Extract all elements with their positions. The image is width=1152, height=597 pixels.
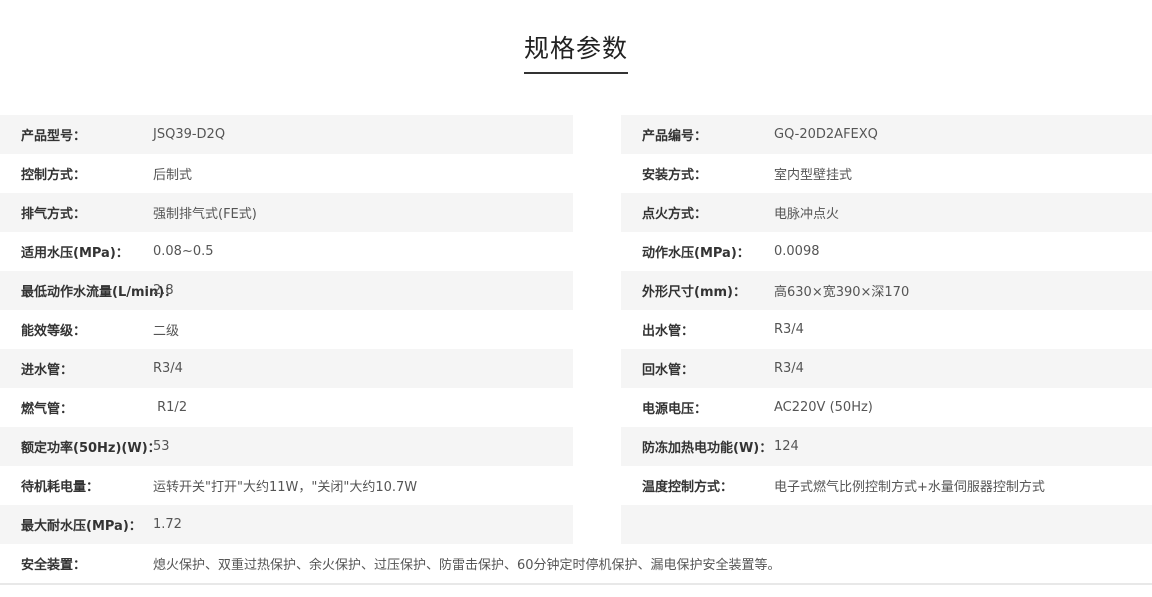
spec-label: 燃气管： (21, 402, 74, 417)
spec-value: 二级 (153, 324, 180, 339)
spec-value: 2.8 (153, 283, 174, 298)
spec-label: 控制方式： (21, 168, 87, 183)
spec-table: 产品型号： JSQ39-D2Q 产品编号： GQ-20D2AFEXQ 控制方式：… (0, 115, 1152, 585)
spec-label: 出水管： (642, 324, 695, 339)
spec-value: 高630×宽390×深170 (774, 285, 910, 300)
title-wrap: 规格参数 (0, 32, 1152, 74)
spec-cell-right: 防冻加热电功能(W)： 124 (621, 427, 1152, 466)
page-title: 规格参数 (523, 32, 628, 74)
spec-value: 熄火保护、双重过热保护、余火保护、过压保护、防雷击保护、60分钟定时停机保护、漏… (153, 558, 781, 573)
spec-row-full: 安全装置： 熄火保护、双重过热保护、余火保护、过压保护、防雷击保护、60分钟定时… (0, 544, 1152, 585)
spec-value: 室内型壁挂式 (774, 168, 853, 183)
spec-value: R1/2 (153, 400, 188, 415)
spec-cell-left: 最大耐水压(MPa)： 1.72 (0, 505, 573, 544)
spec-value: 124 (774, 439, 799, 454)
spec-row: 排气方式： 强制排气式(FE式) 点火方式： 电脉冲点火 (0, 193, 1152, 232)
spec-label: 产品编号： (642, 129, 708, 144)
spec-value: R3/4 (774, 322, 804, 337)
spec-cell-right: 出水管： R3/4 (621, 310, 1152, 349)
spec-row: 待机耗电量： 运转开关"打开"大约11W，"关闭"大约10.7W 温度控制方式：… (0, 466, 1152, 505)
spec-value: GQ-20D2AFEXQ (774, 127, 878, 142)
spec-cell-right: 动作水压(MPa)： 0.0098 (621, 232, 1152, 271)
spec-label: 安装方式： (642, 168, 708, 183)
spec-cell-left: 额定功率(50Hz)(W)： 53 (0, 427, 573, 466)
spec-cell-left: 待机耗电量： 运转开关"打开"大约11W，"关闭"大约10.7W (0, 466, 573, 505)
spec-row: 产品型号： JSQ39-D2Q 产品编号： GQ-20D2AFEXQ (0, 115, 1152, 154)
spec-value: JSQ39-D2Q (153, 127, 226, 142)
spec-cell-right: 电源电压： AC220V (50Hz) (621, 388, 1152, 427)
spec-label: 排气方式： (21, 207, 87, 222)
spec-value: 0.08~0.5 (153, 244, 214, 259)
spec-value: 0.0098 (774, 244, 820, 259)
spec-value: R3/4 (774, 361, 804, 376)
spec-label: 待机耗电量： (21, 480, 100, 495)
spec-row: 能效等级： 二级 出水管： R3/4 (0, 310, 1152, 349)
spec-label: 回水管： (642, 363, 695, 378)
spec-label: 防冻加热电功能(W)： (642, 441, 773, 456)
spec-row: 燃气管： R1/2 电源电压： AC220V (50Hz) (0, 388, 1152, 427)
spec-row: 最大耐水压(MPa)： 1.72 (0, 505, 1152, 544)
spec-label: 产品型号： (21, 129, 87, 144)
spec-value: 电子式燃气比例控制方式+水量伺服器控制方式 (774, 480, 1045, 495)
spec-value: 53 (153, 439, 170, 454)
spec-label: 安全装置： (21, 558, 87, 573)
spec-row: 额定功率(50Hz)(W)： 53 防冻加热电功能(W)： 124 (0, 427, 1152, 466)
spec-cell-left: 排气方式： 强制排气式(FE式) (0, 193, 573, 232)
spec-label: 温度控制方式： (642, 480, 734, 495)
spec-cell-right: 温度控制方式： 电子式燃气比例控制方式+水量伺服器控制方式 (621, 466, 1152, 505)
spec-value: AC220V (50Hz) (774, 400, 873, 415)
spec-label: 电源电压： (642, 402, 708, 417)
spec-cell-right: 产品编号： GQ-20D2AFEXQ (621, 115, 1152, 154)
spec-cell-left: 能效等级： 二级 (0, 310, 573, 349)
spec-value: 后制式 (153, 168, 193, 183)
spec-cell-right-empty (621, 505, 1152, 544)
spec-row: 进水管： R3/4 回水管： R3/4 (0, 349, 1152, 388)
spec-cell-left: 控制方式： 后制式 (0, 154, 573, 193)
spec-row: 适用水压(MPa)： 0.08~0.5 动作水压(MPa)： 0.0098 (0, 232, 1152, 271)
spec-cell-left: 燃气管： R1/2 (0, 388, 573, 427)
spec-cell-right: 安装方式： 室内型壁挂式 (621, 154, 1152, 193)
spec-row: 控制方式： 后制式 安装方式： 室内型壁挂式 (0, 154, 1152, 193)
spec-value: 电脉冲点火 (774, 207, 840, 222)
spec-label: 适用水压(MPa)： (21, 246, 129, 261)
spec-row: 最低动作水流量(L/min)： 2.8 外形尺寸(mm)： 高630×宽390×… (0, 271, 1152, 310)
spec-value: R3/4 (153, 361, 183, 376)
spec-value: 强制排气式(FE式) (153, 207, 257, 222)
spec-label: 点火方式： (642, 207, 708, 222)
spec-label: 最大耐水压(MPa)： (21, 519, 142, 534)
spec-cell-right: 回水管： R3/4 (621, 349, 1152, 388)
spec-label: 进水管： (21, 363, 74, 378)
spec-label: 动作水压(MPa)： (642, 246, 750, 261)
spec-label: 能效等级： (21, 324, 87, 339)
spec-label: 最低动作水流量(L/min)： (21, 285, 178, 300)
spec-cell-right: 点火方式： 电脉冲点火 (621, 193, 1152, 232)
spec-cell-left: 最低动作水流量(L/min)： 2.8 (0, 271, 573, 310)
spec-cell-left: 进水管： R3/4 (0, 349, 573, 388)
spec-value: 1.72 (153, 517, 182, 532)
spec-cell-right: 外形尺寸(mm)： 高630×宽390×深170 (621, 271, 1152, 310)
spec-label: 额定功率(50Hz)(W)： (21, 441, 161, 456)
spec-cell-left: 产品型号： JSQ39-D2Q (0, 115, 573, 154)
spec-value: 运转开关"打开"大约11W，"关闭"大约10.7W (153, 480, 418, 495)
spec-label: 外形尺寸(mm)： (642, 285, 746, 300)
spec-cell-left: 适用水压(MPa)： 0.08~0.5 (0, 232, 573, 271)
